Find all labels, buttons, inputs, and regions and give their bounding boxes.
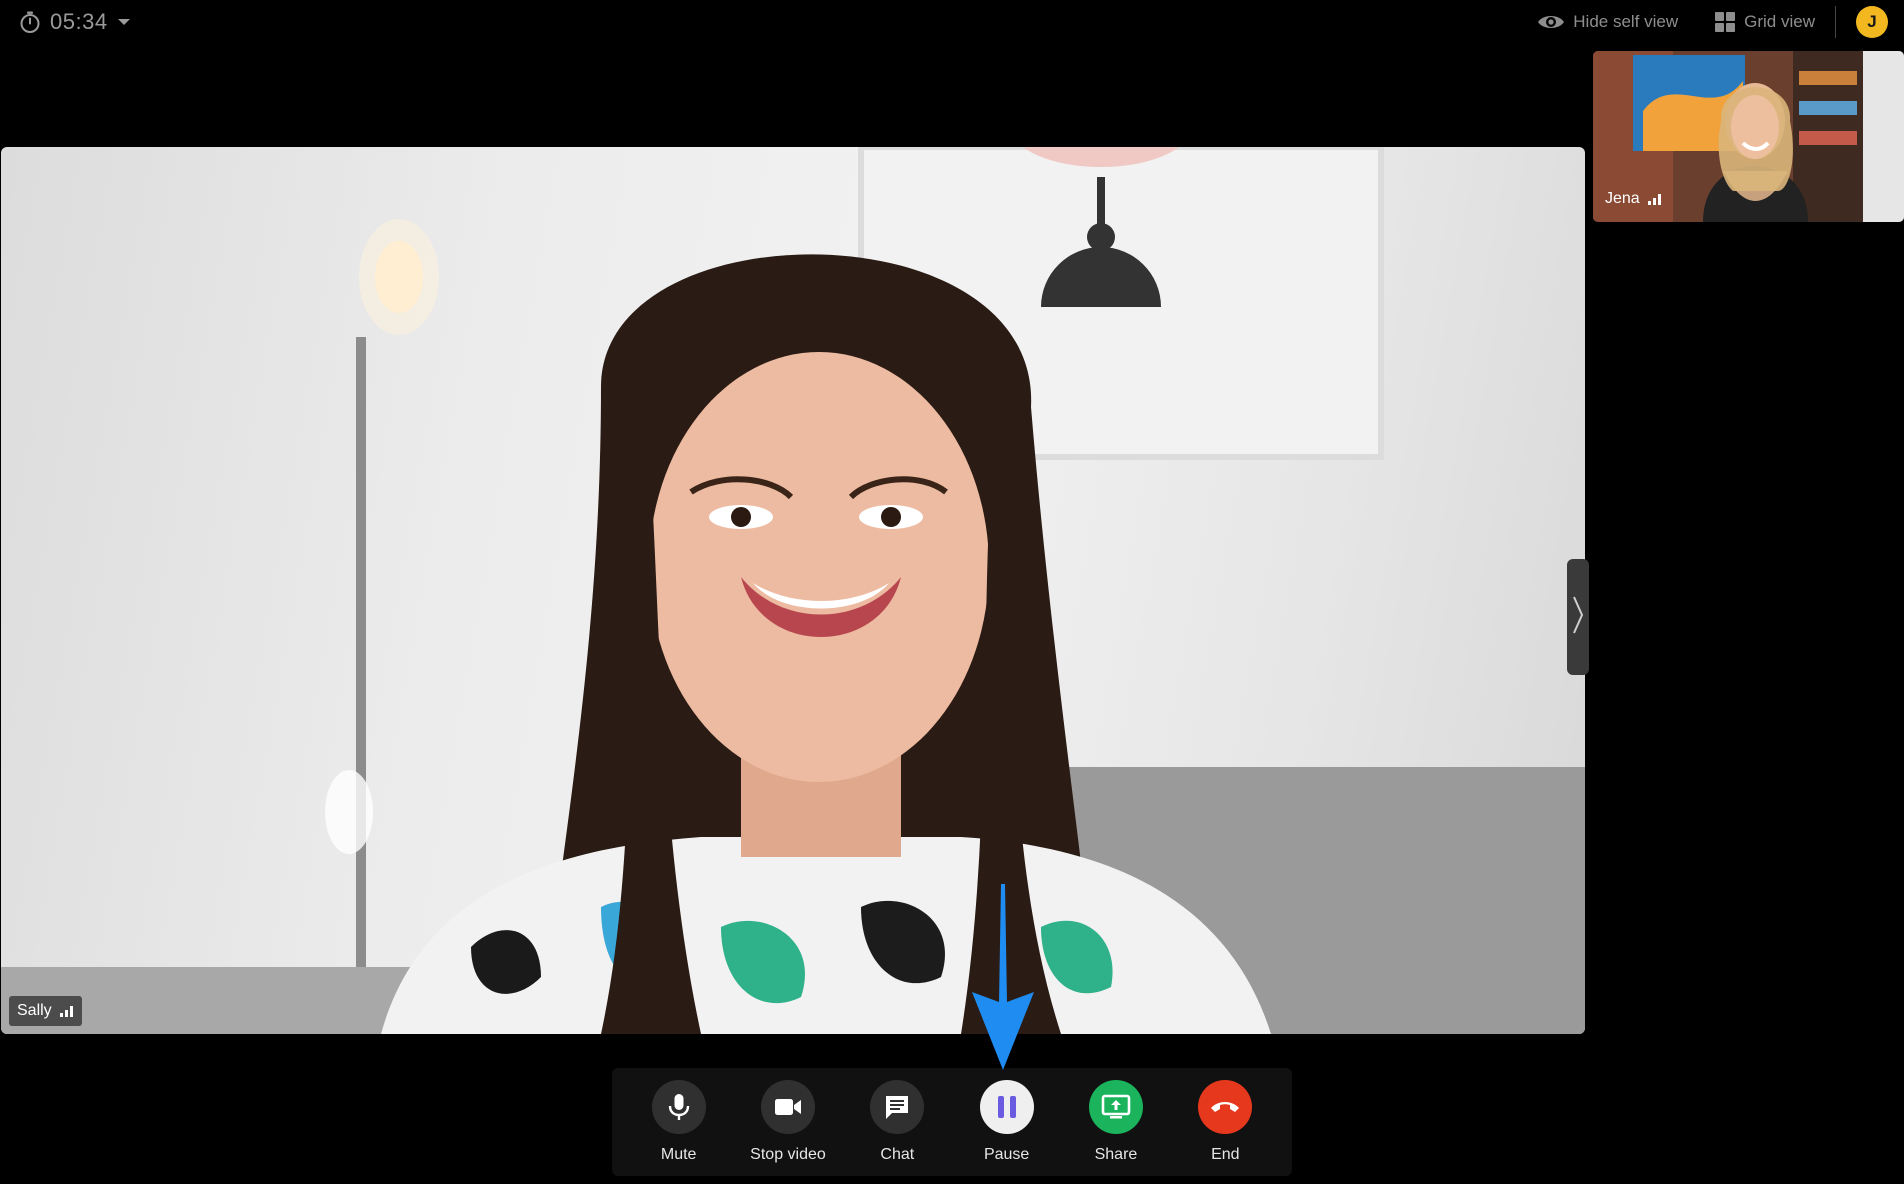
self-participant-name: Jena	[1605, 190, 1640, 207]
pause-button[interactable]: Pause	[957, 1068, 1057, 1164]
hide-self-view-button[interactable]: Hide self view	[1537, 12, 1678, 32]
grid-view-button[interactable]: Grid view	[1714, 11, 1815, 33]
avatar[interactable]: J	[1856, 6, 1888, 38]
self-view-tile[interactable]: Jena	[1593, 51, 1904, 222]
share-label: Share	[1094, 1146, 1138, 1163]
end-call-button[interactable]: End	[1175, 1068, 1275, 1164]
chevron-down-icon[interactable]	[116, 14, 132, 30]
share-button[interactable]: Share	[1066, 1068, 1166, 1164]
self-name-tag: Jena	[1597, 184, 1670, 214]
stopwatch-icon	[18, 10, 42, 34]
stop-video-label: Stop video	[750, 1146, 826, 1163]
share-screen-icon	[1088, 1080, 1143, 1134]
main-video-tile[interactable]: Sally	[1, 147, 1585, 1034]
participant-video-image	[1, 147, 1585, 1034]
chat-button[interactable]: Chat	[847, 1068, 947, 1164]
microphone-icon	[651, 1080, 706, 1134]
hang-up-icon	[1198, 1080, 1253, 1134]
chat-label: Chat	[880, 1146, 915, 1163]
camera-icon	[760, 1080, 815, 1134]
chevron-right-icon	[1572, 595, 1584, 640]
mute-button[interactable]: Mute	[629, 1068, 729, 1164]
top-right-toolbar: Hide self view Grid view J	[1537, 4, 1888, 40]
elapsed-time: 05:34	[50, 9, 108, 34]
call-control-bar: Mute Stop video Chat Pause Share End	[612, 1068, 1292, 1176]
participant-name: Sally	[17, 1002, 52, 1019]
pause-label: Pause	[983, 1146, 1030, 1163]
signal-strength-icon	[1647, 193, 1662, 205]
end-label: End	[1211, 1146, 1240, 1163]
stop-video-button[interactable]: Stop video	[738, 1068, 838, 1164]
hide-self-view-label: Hide self view	[1573, 12, 1679, 31]
mute-label: Mute	[660, 1146, 697, 1163]
call-timer[interactable]: 05:34	[18, 6, 132, 38]
chat-icon	[870, 1080, 925, 1134]
eye-icon	[1537, 12, 1565, 32]
participant-name-tag: Sally	[9, 996, 82, 1026]
collapse-sidebar-handle[interactable]	[1567, 559, 1589, 675]
grid-icon	[1714, 11, 1736, 33]
signal-strength-icon	[59, 1005, 74, 1017]
grid-view-label: Grid view	[1744, 12, 1815, 31]
toolbar-divider	[1835, 6, 1836, 38]
pause-icon	[979, 1080, 1034, 1134]
